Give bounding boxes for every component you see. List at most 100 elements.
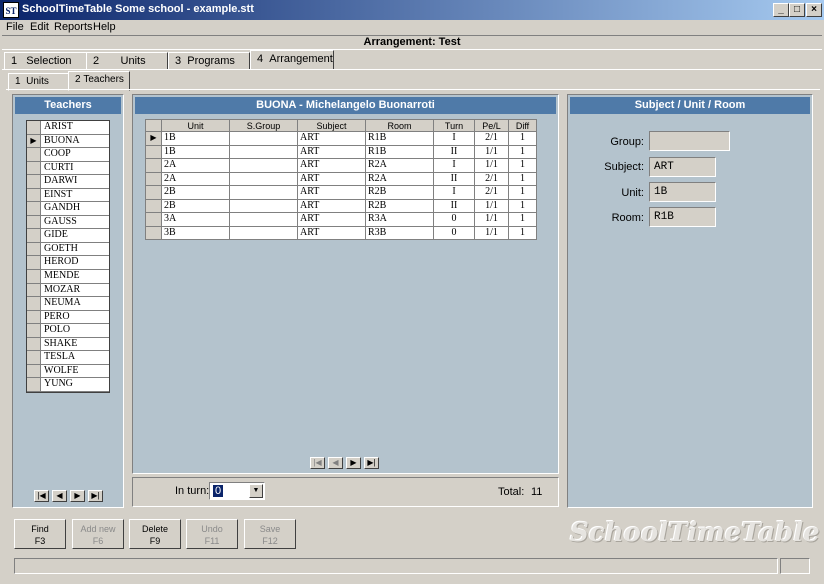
menu-edit[interactable]: Edit xyxy=(30,21,49,33)
table-cell[interactable]: II xyxy=(433,144,475,159)
teacher-list-item[interactable]: YUNG xyxy=(27,378,109,392)
table-row[interactable]: 1B ART R1B II 1/1 1 xyxy=(145,144,537,159)
table-cell[interactable]: I xyxy=(433,158,475,173)
table-cell[interactable]: R2A xyxy=(365,171,434,186)
teacher-list-item[interactable]: MOZAR xyxy=(27,283,109,298)
first-record-button[interactable]: |◀ xyxy=(34,490,49,502)
table-cell[interactable]: 2/1 xyxy=(474,185,509,200)
teacher-list-item[interactable]: SHAKE xyxy=(27,337,109,352)
table-cell[interactable]: ART xyxy=(297,158,366,173)
table-cell[interactable]: 1/1 xyxy=(474,225,509,240)
table-cell[interactable]: R3B xyxy=(365,225,434,240)
table-cell[interactable]: ART xyxy=(297,171,366,186)
table-cell[interactable] xyxy=(229,171,298,186)
teacher-list-item[interactable]: NEUMA xyxy=(27,297,109,311)
row-indicator[interactable] xyxy=(27,215,41,229)
table-cell[interactable]: 0 xyxy=(433,225,475,240)
title-bar[interactable]: ST SchoolTimeTable Some school - example… xyxy=(0,0,824,20)
chevron-down-icon[interactable]: ▼ xyxy=(249,484,263,498)
teacher-list-item[interactable]: GANDH xyxy=(27,202,109,216)
teacher-list-item[interactable]: ARIST xyxy=(27,121,109,135)
prev-record-button[interactable]: ◀ xyxy=(52,490,67,502)
table-row[interactable]: ▶ 1B ART R1B I 2/1 1 xyxy=(145,131,537,146)
teacher-list-item[interactable]: TESLA xyxy=(27,351,109,365)
table-row[interactable]: 3B ART R3B 0 1/1 1 xyxy=(145,225,537,240)
table-cell[interactable]: 0 xyxy=(433,212,475,227)
table-cell[interactable] xyxy=(229,131,298,146)
table-row[interactable]: 2B ART R2B II 1/1 1 xyxy=(145,198,537,213)
table-cell[interactable]: 1 xyxy=(508,158,537,173)
teacher-list[interactable]: ARIST ▶ BUONA COOP CURTI DARWI EINST GANDH GAUSS… xyxy=(26,120,110,393)
table-row[interactable]: 2A ART R2A I 1/1 1 xyxy=(145,158,537,173)
col-header-pel[interactable]: Pe/L xyxy=(474,119,509,132)
table-cell[interactable]: 2A xyxy=(161,171,230,186)
table-cell[interactable] xyxy=(229,158,298,173)
add-new-button[interactable]: Add new F6 xyxy=(72,519,124,549)
table-cell[interactable]: 1 xyxy=(508,198,537,213)
row-indicator[interactable] xyxy=(145,144,162,159)
table-cell[interactable]: 2B xyxy=(161,198,230,213)
row-indicator[interactable] xyxy=(27,242,41,256)
col-header-unit[interactable]: Unit xyxy=(161,119,230,132)
table-cell[interactable]: 1 xyxy=(508,185,537,200)
save-button[interactable]: Save F12 xyxy=(244,519,296,549)
row-indicator[interactable] xyxy=(145,198,162,213)
table-cell[interactable]: 2/1 xyxy=(474,131,509,146)
table-cell[interactable]: R3A xyxy=(365,212,434,227)
table-cell[interactable]: 1/1 xyxy=(474,198,509,213)
teacher-list-item[interactable]: EINST xyxy=(27,188,109,203)
table-cell[interactable]: 2B xyxy=(161,185,230,200)
table-cell[interactable]: 1B xyxy=(161,144,230,159)
table-cell[interactable] xyxy=(229,212,298,227)
table-cell[interactable]: 1/1 xyxy=(474,212,509,227)
app-icon[interactable]: ST xyxy=(3,2,19,18)
current-row-icon[interactable]: ▶ xyxy=(27,134,41,148)
menu-help[interactable]: Help xyxy=(93,21,116,33)
teacher-list-item[interactable]: COOP xyxy=(27,148,109,162)
row-indicator[interactable] xyxy=(27,270,41,283)
delete-button[interactable]: Delete F9 xyxy=(129,519,181,549)
table-cell[interactable]: R1B xyxy=(365,131,434,146)
row-indicator[interactable] xyxy=(145,212,162,227)
table-cell[interactable]: 1 xyxy=(508,171,537,186)
teacher-list-item[interactable]: GAUSS xyxy=(27,215,109,230)
row-indicator[interactable] xyxy=(27,121,41,134)
teacher-list-item[interactable]: CURTI xyxy=(27,161,109,176)
row-indicator[interactable] xyxy=(27,364,41,378)
table-cell[interactable]: ART xyxy=(297,198,366,213)
col-header-subject[interactable]: Subject xyxy=(297,119,366,132)
next-record-button[interactable]: ▶ xyxy=(70,490,85,502)
table-cell[interactable]: R2A xyxy=(365,158,434,173)
table-cell[interactable]: I xyxy=(433,185,475,200)
current-row-icon[interactable]: ▶ xyxy=(145,131,162,146)
subject-field[interactable]: ART xyxy=(649,157,716,177)
table-cell[interactable]: ART xyxy=(297,225,366,240)
row-indicator[interactable] xyxy=(27,148,41,161)
row-indicator[interactable] xyxy=(27,337,41,351)
grid-next-button[interactable]: ▶ xyxy=(346,457,361,469)
menu-file[interactable]: File xyxy=(6,21,24,33)
table-cell[interactable]: 1/1 xyxy=(474,144,509,159)
table-cell[interactable]: 1 xyxy=(508,144,537,159)
row-indicator[interactable] xyxy=(145,158,162,173)
table-cell[interactable]: 1B xyxy=(161,131,230,146)
room-field[interactable]: R1B xyxy=(649,207,716,227)
table-cell[interactable]: II xyxy=(433,171,475,186)
teacher-list-item[interactable]: PERO xyxy=(27,310,109,325)
teacher-list-item[interactable]: ▶ BUONA xyxy=(27,134,109,149)
table-cell[interactable]: ART xyxy=(297,144,366,159)
col-header-turn[interactable]: Turn xyxy=(433,119,475,132)
row-indicator[interactable] xyxy=(27,351,41,364)
group-field[interactable] xyxy=(649,131,730,151)
assignments-grid[interactable]: Unit S.Group Subject Room Turn Pe/L Diff… xyxy=(145,119,537,240)
table-cell[interactable]: 1 xyxy=(508,212,537,227)
table-cell[interactable]: 3A xyxy=(161,212,230,227)
table-cell[interactable]: 1 xyxy=(508,225,537,240)
grid-prev-button[interactable]: ◀ xyxy=(328,457,343,469)
grid-last-button[interactable]: ▶| xyxy=(364,457,379,469)
tab-selection[interactable]: 1 Selection xyxy=(4,52,88,70)
find-button[interactable]: Find F3 xyxy=(14,519,66,549)
minimize-button[interactable]: _ xyxy=(773,3,789,17)
row-indicator[interactable] xyxy=(145,185,162,200)
row-indicator[interactable] xyxy=(145,225,162,240)
